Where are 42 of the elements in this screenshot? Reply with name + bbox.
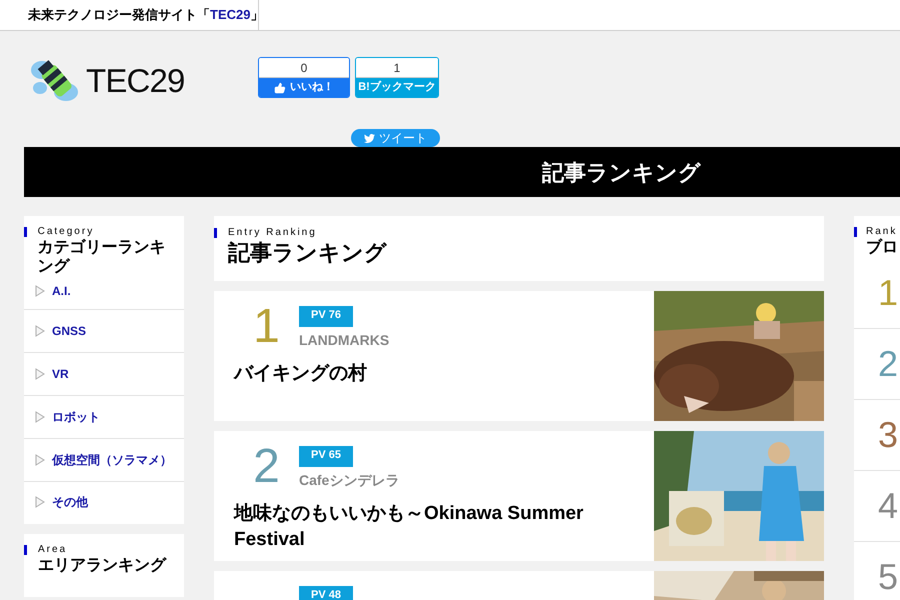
rank-number: 1: [253, 301, 280, 353]
site-link[interactable]: TEC29: [210, 7, 250, 22]
article-title[interactable]: バイキングの村: [234, 361, 654, 387]
like-button[interactable]: 0 いいね！: [258, 57, 350, 98]
triangle-icon: [35, 496, 45, 508]
section-eyebrow: Area: [38, 544, 68, 556]
section-title: 記事ランキング: [228, 239, 387, 267]
section-title: エリアランキング: [38, 556, 166, 575]
bird-icon: [364, 132, 375, 144]
pv-badge: PV 65: [299, 446, 353, 467]
banner-title: 記事ランキング: [542, 158, 701, 186]
section-title: ブロ: [866, 238, 898, 257]
category-label: LANDMARKS: [299, 331, 390, 350]
rank-number: 2: [878, 346, 898, 382]
thumbs-up-icon: [274, 82, 286, 94]
triangle-icon: [35, 411, 45, 423]
triangle-icon: [35, 284, 45, 296]
triangle-icon: [35, 454, 45, 466]
logo-text: TEC29: [86, 64, 185, 96]
category-label: Cafeシンデレラ: [299, 471, 400, 490]
category-link[interactable]: A.I.: [24, 278, 184, 309]
category-link[interactable]: その他: [24, 481, 184, 524]
category-link[interactable]: 仮想空間（ソラマメ）: [24, 438, 184, 481]
pv-badge: PV 76: [299, 306, 353, 327]
category-link[interactable]: ロボット: [24, 395, 184, 438]
section-eyebrow: Category: [38, 226, 96, 238]
category-link[interactable]: GNSS: [24, 309, 184, 352]
triangle-icon: [35, 368, 45, 380]
section-eyebrow: Entry Ranking: [228, 227, 318, 239]
triangle-icon: [35, 325, 45, 337]
category-link[interactable]: VR: [24, 352, 184, 395]
bookmark-button[interactable]: 1 B!ブックマーク: [355, 57, 439, 98]
pv-badge: PV 48: [299, 586, 353, 600]
rank-number: 1: [878, 274, 898, 310]
site-tagline: 未来テクノロジー発信サイト「TEC29」: [28, 6, 264, 24]
rank-number: 3: [878, 417, 898, 453]
rank-number: 2: [253, 441, 280, 493]
rank-number: 5: [878, 559, 898, 595]
section-eyebrow: Rank: [866, 226, 898, 238]
article-title[interactable]: 地味なのもいいかも～Okinawa Summer Festival: [234, 501, 654, 553]
section-title: カテゴリーランキング: [38, 238, 167, 276]
rank-number: 4: [878, 488, 898, 524]
